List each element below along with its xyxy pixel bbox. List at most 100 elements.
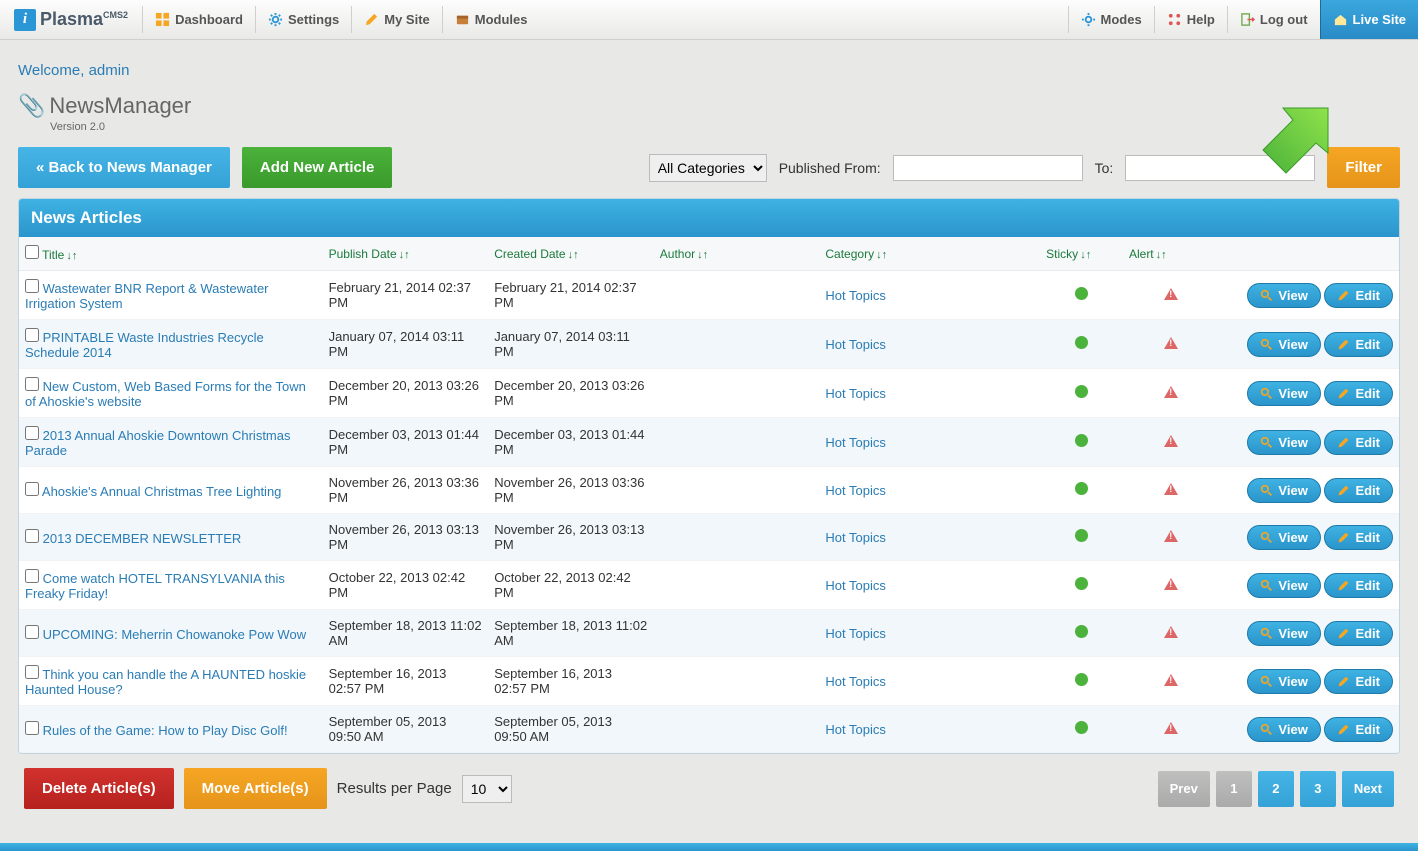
- alert-icon[interactable]: [1164, 674, 1178, 686]
- article-title-link[interactable]: 2013 Annual Ahoskie Downtown Christmas P…: [25, 428, 291, 458]
- published-to-input[interactable]: [1125, 155, 1315, 181]
- col-author[interactable]: Author: [660, 247, 695, 261]
- row-checkbox[interactable]: [25, 569, 39, 583]
- sticky-icon[interactable]: [1075, 336, 1088, 349]
- row-checkbox[interactable]: [25, 377, 39, 391]
- category-link[interactable]: Hot Topics: [825, 288, 885, 303]
- col-sticky[interactable]: Sticky: [1046, 247, 1078, 261]
- alert-icon[interactable]: [1164, 626, 1178, 638]
- alert-icon[interactable]: [1164, 722, 1178, 734]
- brand-logo[interactable]: i PlasmaCMS2: [0, 0, 142, 39]
- sticky-icon[interactable]: [1075, 625, 1088, 638]
- sticky-icon[interactable]: [1075, 673, 1088, 686]
- article-title-link[interactable]: 2013 DECEMBER NEWSLETTER: [43, 531, 242, 546]
- category-select[interactable]: All Categories: [649, 154, 767, 182]
- view-button[interactable]: View: [1247, 332, 1320, 357]
- sticky-icon[interactable]: [1075, 385, 1088, 398]
- col-publish[interactable]: Publish Date: [329, 247, 397, 261]
- article-title-link[interactable]: Come watch HOTEL TRANSYLVANIA this Freak…: [25, 571, 285, 601]
- nav-mysite[interactable]: My Site: [352, 0, 442, 39]
- alert-icon[interactable]: [1164, 530, 1178, 542]
- row-checkbox[interactable]: [25, 328, 39, 342]
- alert-icon[interactable]: [1164, 288, 1178, 300]
- edit-button[interactable]: Edit: [1324, 283, 1393, 308]
- filter-button[interactable]: Filter: [1327, 147, 1400, 188]
- sticky-icon[interactable]: [1075, 287, 1088, 300]
- edit-button[interactable]: Edit: [1324, 621, 1393, 646]
- alert-icon[interactable]: [1164, 337, 1178, 349]
- article-title-link[interactable]: Wastewater BNR Report & Wastewater Irrig…: [25, 281, 269, 311]
- row-checkbox[interactable]: [25, 426, 39, 440]
- view-button[interactable]: View: [1247, 621, 1320, 646]
- view-button[interactable]: View: [1247, 478, 1320, 503]
- category-link[interactable]: Hot Topics: [825, 483, 885, 498]
- category-link[interactable]: Hot Topics: [825, 722, 885, 737]
- article-title-link[interactable]: New Custom, Web Based Forms for the Town…: [25, 379, 306, 409]
- article-title-link[interactable]: Ahoskie's Annual Christmas Tree Lighting: [42, 484, 282, 499]
- article-title-link[interactable]: PRINTABLE Waste Industries Recycle Sched…: [25, 330, 264, 360]
- edit-button[interactable]: Edit: [1324, 478, 1393, 503]
- article-title-link[interactable]: Rules of the Game: How to Play Disc Golf…: [43, 723, 288, 738]
- category-link[interactable]: Hot Topics: [825, 674, 885, 689]
- article-title-link[interactable]: Think you can handle the A HAUNTED hoski…: [25, 667, 306, 697]
- edit-button[interactable]: Edit: [1324, 332, 1393, 357]
- sticky-icon[interactable]: [1075, 434, 1088, 447]
- row-checkbox[interactable]: [25, 721, 39, 735]
- select-all-checkbox[interactable]: [25, 245, 39, 259]
- view-button[interactable]: View: [1247, 525, 1320, 550]
- category-link[interactable]: Hot Topics: [825, 337, 885, 352]
- sort-icon[interactable]: ↓↑: [399, 249, 410, 261]
- category-link[interactable]: Hot Topics: [825, 578, 885, 593]
- sticky-icon[interactable]: [1075, 577, 1088, 590]
- col-created[interactable]: Created Date: [494, 247, 565, 261]
- view-button[interactable]: View: [1247, 381, 1320, 406]
- sort-icon[interactable]: ↓↑: [568, 249, 579, 261]
- sort-icon[interactable]: ↓↑: [697, 249, 708, 261]
- edit-button[interactable]: Edit: [1324, 573, 1393, 598]
- back-button[interactable]: « Back to News Manager: [18, 147, 230, 188]
- alert-icon[interactable]: [1164, 578, 1178, 590]
- alert-icon[interactable]: [1164, 386, 1178, 398]
- edit-button[interactable]: Edit: [1324, 381, 1393, 406]
- view-button[interactable]: View: [1247, 430, 1320, 455]
- row-checkbox[interactable]: [25, 279, 39, 293]
- published-from-input[interactable]: [893, 155, 1083, 181]
- alert-icon[interactable]: [1164, 435, 1178, 447]
- move-articles-button[interactable]: Move Article(s): [184, 768, 327, 809]
- alert-icon[interactable]: [1164, 483, 1178, 495]
- add-article-button[interactable]: Add New Article: [242, 147, 392, 188]
- col-title[interactable]: Title: [42, 248, 64, 262]
- sort-icon[interactable]: ↓↑: [66, 250, 77, 262]
- category-link[interactable]: Hot Topics: [825, 435, 885, 450]
- sort-icon[interactable]: ↓↑: [876, 249, 887, 261]
- edit-button[interactable]: Edit: [1324, 669, 1393, 694]
- sticky-icon[interactable]: [1075, 721, 1088, 734]
- nav-logout[interactable]: Log out: [1228, 0, 1320, 39]
- nav-modules[interactable]: Modules: [443, 0, 540, 39]
- nav-settings[interactable]: Settings: [256, 0, 351, 39]
- sticky-icon[interactable]: [1075, 482, 1088, 495]
- edit-button[interactable]: Edit: [1324, 525, 1393, 550]
- row-checkbox[interactable]: [25, 529, 39, 543]
- nav-dashboard[interactable]: Dashboard: [143, 0, 255, 39]
- row-checkbox[interactable]: [25, 665, 39, 679]
- category-link[interactable]: Hot Topics: [825, 626, 885, 641]
- sort-icon[interactable]: ↓↑: [1156, 249, 1167, 261]
- view-button[interactable]: View: [1247, 573, 1320, 598]
- edit-button[interactable]: Edit: [1324, 717, 1393, 742]
- row-checkbox[interactable]: [25, 482, 39, 496]
- category-link[interactable]: Hot Topics: [825, 386, 885, 401]
- nav-help[interactable]: Help: [1155, 0, 1227, 39]
- view-button[interactable]: View: [1247, 283, 1320, 308]
- view-button[interactable]: View: [1247, 669, 1320, 694]
- article-title-link[interactable]: UPCOMING: Meherrin Chowanoke Pow Wow: [43, 627, 306, 642]
- nav-livesite[interactable]: Live Site: [1320, 0, 1418, 39]
- edit-button[interactable]: Edit: [1324, 430, 1393, 455]
- results-per-page-select[interactable]: 10: [462, 775, 512, 803]
- category-link[interactable]: Hot Topics: [825, 530, 885, 545]
- col-alert[interactable]: Alert: [1129, 247, 1154, 261]
- view-button[interactable]: View: [1247, 717, 1320, 742]
- sticky-icon[interactable]: [1075, 529, 1088, 542]
- col-category[interactable]: Category: [825, 247, 874, 261]
- nav-modes[interactable]: Modes: [1069, 0, 1154, 39]
